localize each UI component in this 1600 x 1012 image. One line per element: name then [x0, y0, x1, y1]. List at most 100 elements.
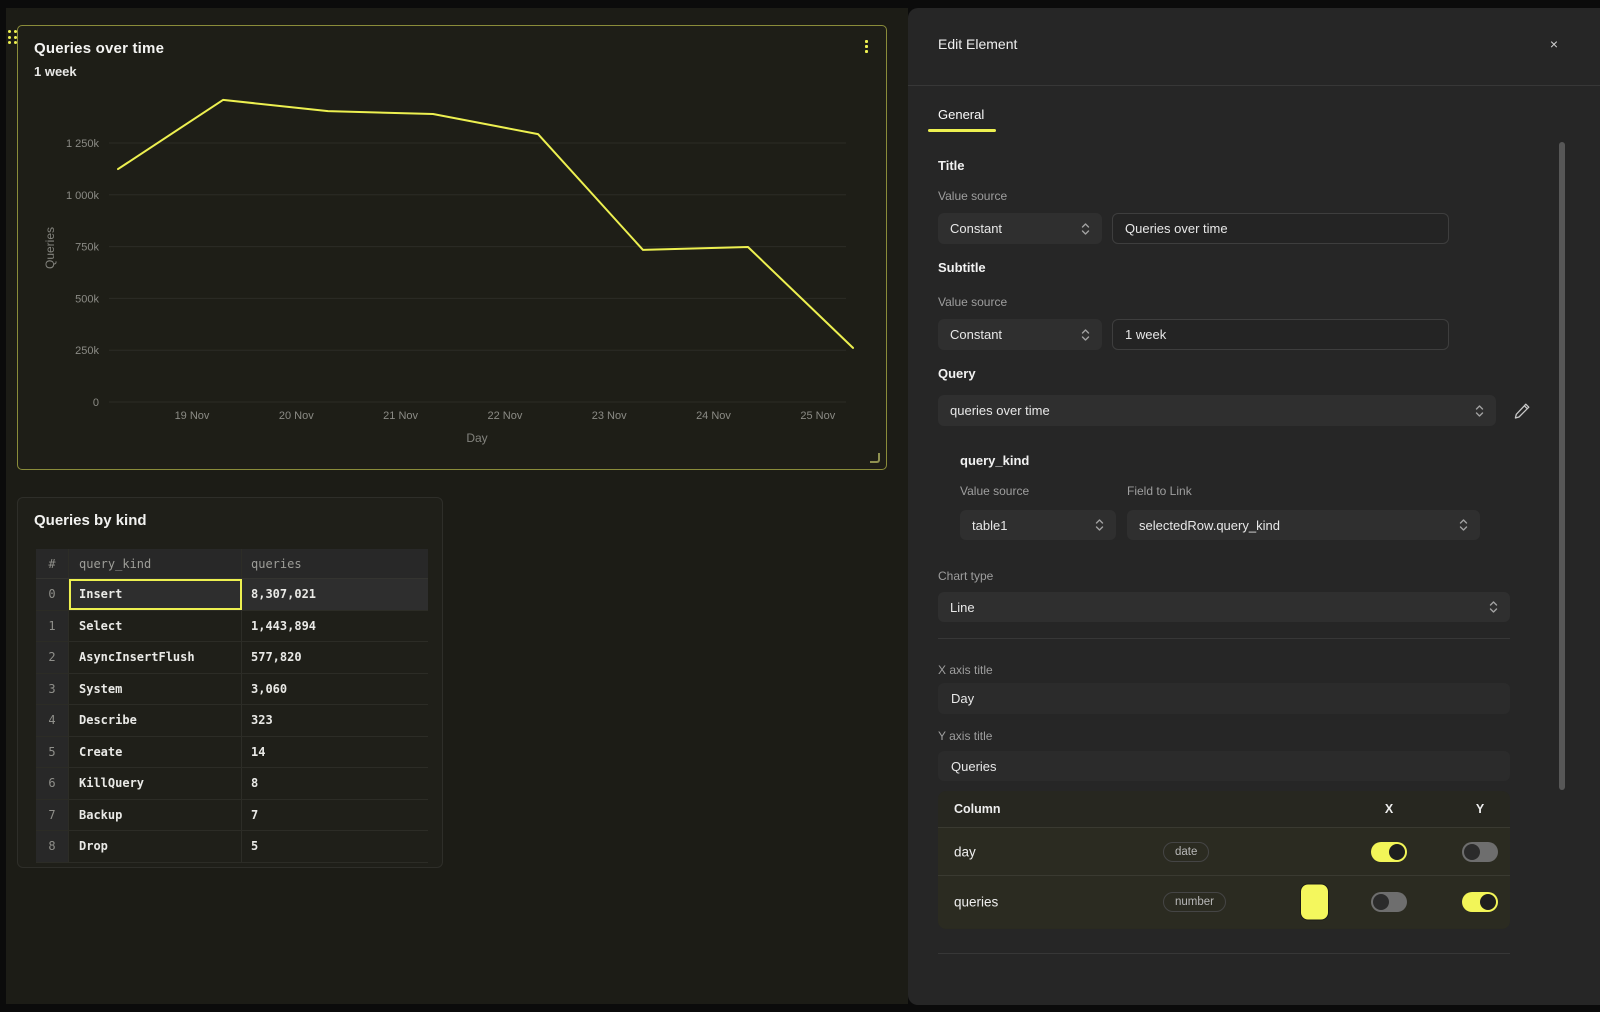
subtitle-value-input[interactable]: [1112, 319, 1449, 350]
table-row[interactable]: 0 Insert 8,307,021: [36, 579, 428, 611]
y-axis-tick-label: 500k: [75, 293, 99, 305]
cell-queries[interactable]: 3,060: [242, 674, 428, 705]
chart-type-label: Chart type: [938, 569, 993, 583]
value-source-label: Value source: [938, 295, 1007, 309]
row-index: 5: [36, 737, 69, 768]
value-source-label: Value source: [938, 189, 1007, 203]
y-axis-title-label: Y axis title: [938, 729, 992, 743]
kebab-menu-icon[interactable]: [860, 40, 872, 56]
edit-query-pencil-icon[interactable]: [1512, 401, 1532, 421]
table-title: Queries by kind: [34, 512, 147, 529]
divider: [938, 953, 1510, 954]
select-value: Constant: [950, 327, 1073, 342]
series-color-swatch[interactable]: [1300, 884, 1329, 921]
cell-queries[interactable]: 8,307,021: [242, 579, 428, 610]
title-value-source-select[interactable]: Constant: [938, 213, 1102, 244]
table-row[interactable]: 5 Create 14: [36, 737, 428, 769]
chevron-updown-icon: [1081, 222, 1090, 236]
scrollbar-thumb[interactable]: [1559, 142, 1565, 790]
chart-line: [118, 100, 853, 348]
cell-query-kind[interactable]: Describe: [69, 705, 242, 736]
chart-type-select[interactable]: Line: [938, 592, 1510, 622]
query-select[interactable]: queries over time: [938, 395, 1496, 426]
column-row-queries: queries number: [938, 876, 1510, 928]
cell-query-kind[interactable]: Create: [69, 737, 242, 768]
close-icon[interactable]: ×: [1544, 34, 1564, 54]
y-axis-tick-label: 1 000k: [66, 190, 100, 202]
row-index: 7: [36, 800, 69, 831]
cell-queries[interactable]: 7: [242, 800, 428, 831]
chevron-updown-icon: [1475, 404, 1484, 418]
section-subtitle-heading: Subtitle: [938, 260, 986, 275]
row-index: 4: [36, 705, 69, 736]
x-axis-tick-label: 25 Nov: [800, 410, 835, 422]
cell-queries[interactable]: 1,443,894: [242, 611, 428, 642]
chevron-updown-icon: [1489, 600, 1498, 614]
cell-query-kind[interactable]: Insert: [69, 579, 242, 610]
chevron-updown-icon: [1095, 518, 1104, 532]
y-toggle[interactable]: [1462, 892, 1498, 912]
column-mapping-table: Column X Y day date queries number: [938, 791, 1510, 929]
column-header: query_kind: [69, 549, 242, 578]
cell-query-kind[interactable]: System: [69, 674, 242, 705]
y-toggle[interactable]: [1462, 842, 1498, 862]
divider: [908, 85, 1600, 86]
cell-query-kind[interactable]: KillQuery: [69, 768, 242, 799]
y-axis-tick-label: 250k: [75, 345, 99, 357]
x-toggle[interactable]: [1371, 842, 1407, 862]
cell-query-kind[interactable]: Select: [69, 611, 242, 642]
cell-queries[interactable]: 323: [242, 705, 428, 736]
value-source-label: Value source: [960, 484, 1029, 498]
cell-queries[interactable]: 577,820: [242, 642, 428, 673]
table-row[interactable]: 6 KillQuery 8: [36, 768, 428, 800]
row-index: 8: [36, 831, 69, 862]
table-row[interactable]: 1 Select 1,443,894: [36, 611, 428, 643]
title-value-input[interactable]: [1112, 213, 1449, 244]
table-row[interactable]: 2 AsyncInsertFlush 577,820: [36, 642, 428, 674]
column-mapping-header: Column X Y: [938, 791, 1510, 828]
cell-queries[interactable]: 5: [242, 831, 428, 862]
field-to-link-select[interactable]: selectedRow.query_kind: [1127, 510, 1480, 540]
select-value: selectedRow.query_kind: [1139, 518, 1451, 533]
select-value: queries over time: [950, 403, 1467, 418]
table-row[interactable]: 7 Backup 7: [36, 800, 428, 832]
cell-queries[interactable]: 8: [242, 768, 428, 799]
subtitle-value-source-select[interactable]: Constant: [938, 319, 1102, 350]
x-axis-tick-label: 19 Nov: [175, 410, 210, 422]
row-index: 2: [36, 642, 69, 673]
query-param-name: query_kind: [960, 453, 1029, 468]
chevron-updown-icon: [1081, 328, 1090, 342]
cell-query-kind[interactable]: Backup: [69, 800, 242, 831]
cell-query-kind[interactable]: Drop: [69, 831, 242, 862]
chart-widget[interactable]: 0250k500k750k1 000k1 250k19 Nov20 Nov21 …: [17, 25, 887, 470]
panel-title: Edit Element: [938, 36, 1017, 52]
x-toggle[interactable]: [1371, 892, 1407, 912]
cell-query-kind[interactable]: AsyncInsertFlush: [69, 642, 242, 673]
column-header: queries: [242, 549, 428, 578]
x-axis-title-input[interactable]: [938, 683, 1510, 714]
active-tab-underline: [928, 129, 996, 132]
type-badge: date: [1163, 842, 1209, 862]
y-axis-tick-label: 1 250k: [66, 138, 100, 150]
row-index: 1: [36, 611, 69, 642]
chevron-updown-icon: [1459, 518, 1468, 532]
app-window: 0250k500k750k1 000k1 250k19 Nov20 Nov21 …: [0, 0, 1600, 1012]
y-axis-title-input[interactable]: [938, 751, 1510, 781]
y-axis-title: Queries: [43, 227, 57, 269]
drag-handle-icon[interactable]: [8, 30, 17, 46]
param-value-source-select[interactable]: table1: [960, 510, 1116, 540]
select-value: Line: [950, 600, 1481, 615]
table-header-row: # query_kind queries: [36, 549, 428, 579]
y-axis-tick-label: 750k: [75, 242, 99, 254]
resize-handle[interactable]: [870, 453, 880, 463]
table-row[interactable]: 3 System 3,060: [36, 674, 428, 706]
column-row-day: day date: [938, 828, 1510, 876]
section-query-heading: Query: [938, 366, 976, 381]
divider: [938, 638, 1510, 639]
row-index: 3: [36, 674, 69, 705]
cell-queries[interactable]: 14: [242, 737, 428, 768]
table-row[interactable]: 4 Describe 323: [36, 705, 428, 737]
chart-subtitle: 1 week: [34, 64, 77, 79]
table-row[interactable]: 8 Drop 5: [36, 831, 428, 863]
tab-general[interactable]: General: [938, 107, 984, 122]
